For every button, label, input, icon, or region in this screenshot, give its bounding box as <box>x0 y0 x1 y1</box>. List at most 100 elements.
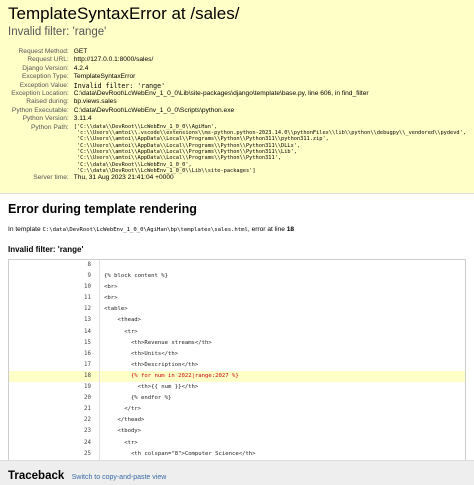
meta-row: Request Method: GET <box>11 48 466 56</box>
line-code: <br> <box>99 282 465 294</box>
traceback-section: Traceback Switch to copy-and-paste view <box>0 460 474 485</box>
meta-row: Django Version: 4.2.4 <box>11 65 466 73</box>
line-code: <th>Description</th> <box>99 359 465 371</box>
line-number: 16 <box>84 350 91 357</box>
meta-row-server-time: Server time: Thu, 31 Aug 2023 21:41:04 +… <box>11 174 466 182</box>
meta-label: Raised during: <box>26 98 69 106</box>
line-code: <tr> <box>99 437 465 449</box>
source-line: 12 <table> <box>9 304 465 316</box>
page-title: TemplateSyntaxError at /sales/ <box>8 4 240 23</box>
meta-value: 3.11.4 <box>73 115 92 123</box>
line-number: 8 <box>87 262 92 268</box>
line-number: 25 <box>84 450 91 457</box>
meta-label: Exception Location: <box>11 90 69 98</box>
source-line: 24 <tr> <box>9 437 465 449</box>
line-number: 13 <box>84 317 91 324</box>
meta-label: Server time: <box>33 174 69 182</box>
meta-row: Exception Value: Invalid filter: 'range' <box>11 82 466 90</box>
switch-to-copy-paste-link[interactable]: Switch to copy-and-paste view <box>72 474 167 481</box>
source-line: 14 <tr> <box>9 326 465 338</box>
line-code: <tbody> <box>99 426 465 438</box>
meta-label: Python Executable: <box>11 106 69 114</box>
line-number: 12 <box>84 306 91 313</box>
meta-row: Exception Location: C:\data\DevRoot\LcWeb… <box>11 90 466 98</box>
line-number: 18 <box>9 370 100 383</box>
meta-label: Python Path: <box>30 123 69 131</box>
source-line: 8 <box>9 260 465 272</box>
line-code: {% block content %} <box>99 271 465 283</box>
source-line: 11 <br> <box>9 293 465 305</box>
location-prefix: In template <box>8 226 41 233</box>
line-number: 17 <box>84 361 91 368</box>
meta-label: Django Version: <box>22 64 69 72</box>
template-location: In template C:\data\DevRoot\LcWebEnv_1_0… <box>8 225 466 235</box>
source-line: 19 <th>{{ num }}</th> <box>9 382 465 394</box>
line-code: <br> <box>99 293 465 305</box>
template-source-box[interactable]: 8 9 {% block content %} 10 <br> 11 <br> 12 <tabl… <box>8 259 466 471</box>
line-number: 19 <box>84 384 91 391</box>
request-meta-table: Request Method: GET Request URL: http://127… <box>11 48 466 183</box>
line-code: <th colspan="8">Computer Science</th> <box>99 448 465 460</box>
line-number: 22 <box>84 417 91 424</box>
line-number: 15 <box>84 339 91 346</box>
meta-row: Exception Type: TemplateSyntaxError <box>11 73 466 81</box>
source-line: 25 <th colspan="8">Computer Science</th> <box>9 448 465 460</box>
template-error-subheading: Invalid filter: 'range' <box>8 245 84 254</box>
meta-row: Python Executable: C:\data\DevRoot\LcWebE… <box>11 107 466 115</box>
line-code: <th>Revenue streams</th> <box>99 337 465 349</box>
location-middle: , error at line <box>247 226 285 233</box>
line-code: <tr> <box>99 326 465 338</box>
meta-value: Thu, 31 Aug 2023 21:41:04 +0000 <box>73 174 174 182</box>
python-path-value: ['C:\\data\\DevRoot\\LcWebEnv_1_0_0\\Agi… <box>74 124 466 175</box>
line-number: 20 <box>84 395 91 402</box>
exception-message: Invalid filter: 'range' <box>8 26 107 38</box>
meta-value: Invalid filter: 'range' <box>73 81 166 90</box>
line-code: </tr> <box>99 404 465 416</box>
line-code: <thead> <box>99 315 465 327</box>
meta-value: C:\data\DevRoot\LcWebEnv_1_0_0\Lib\site-… <box>73 90 369 98</box>
line-code: {% endfor %} <box>99 393 465 405</box>
meta-value: http://127.0.0.1:8000/sales/ <box>73 56 154 64</box>
source-line: 23 <tbody> <box>9 426 465 438</box>
meta-value: C:\data\DevRoot\LcWebEnv_1_0_0\Scripts\p… <box>73 106 235 114</box>
template-path: C:\data\DevRoot\LcWebEnv_1_0_0\AgiHan\bp… <box>42 227 248 233</box>
source-line: 15 <th>Revenue streams</th> <box>9 337 465 349</box>
line-number: 11 <box>84 295 91 302</box>
source-line: 17 <th>Description</th> <box>9 359 465 371</box>
meta-value: 4.2.4 <box>73 64 89 72</box>
meta-label: Request URL: <box>27 56 69 64</box>
meta-label: Exception Value: <box>19 81 69 89</box>
line-code: <th>Units</th> <box>99 348 465 360</box>
line-number: 24 <box>84 439 91 446</box>
source-line: 22 </thead> <box>9 415 465 427</box>
line-code: <th>{{ num }}</th> <box>99 382 465 394</box>
template-error-section: Error during template rendering In templ… <box>0 194 474 471</box>
meta-row: Raised during: bp.views.sales <box>11 98 466 106</box>
source-line: 9 {% block content %} <box>9 271 465 283</box>
line-code <box>99 260 465 272</box>
meta-row: Request URL: http://127.0.0.1:8000/sales/ <box>11 56 466 64</box>
error-line-number: 18 <box>286 226 295 233</box>
line-code: </thead> <box>99 415 465 427</box>
source-line: 21 </tr> <box>9 404 465 416</box>
source-line: 13 <thead> <box>9 315 465 327</box>
error-summary: TemplateSyntaxError at /sales/ Invalid f… <box>0 0 474 194</box>
line-number: 23 <box>84 428 91 435</box>
source-line: 16 <th>Units</th> <box>9 348 465 360</box>
python-path-list: ['C:\\data\\DevRoot\\LcWebEnv_1_0_0\\Agi… <box>73 123 466 175</box>
line-number: 9 <box>87 273 92 280</box>
meta-label: Python Version: <box>22 115 69 123</box>
meta-label: Request Method: <box>18 48 69 55</box>
line-number: 21 <box>84 406 91 413</box>
source-line: 10 <br> <box>9 282 465 294</box>
meta-label: Exception Type: <box>21 73 69 81</box>
source-line-error: 18 {% for num in 2022|range:2027 %} <box>9 370 465 383</box>
meta-row: Python Version: 3.11.4 <box>11 115 466 123</box>
meta-row-python-path: Python Path: ['C:\\data\\DevRoot\\LcWebE… <box>11 124 466 175</box>
meta-value: TemplateSyntaxError <box>73 73 136 81</box>
meta-value: bp.views.sales <box>73 98 117 106</box>
line-code: <table> <box>99 304 465 316</box>
template-error-heading: Error during template rendering <box>8 202 197 216</box>
line-number: 14 <box>84 328 91 335</box>
template-source-table: 8 9 {% block content %} 10 <br> 11 <br> 12 <tabl… <box>9 260 465 470</box>
